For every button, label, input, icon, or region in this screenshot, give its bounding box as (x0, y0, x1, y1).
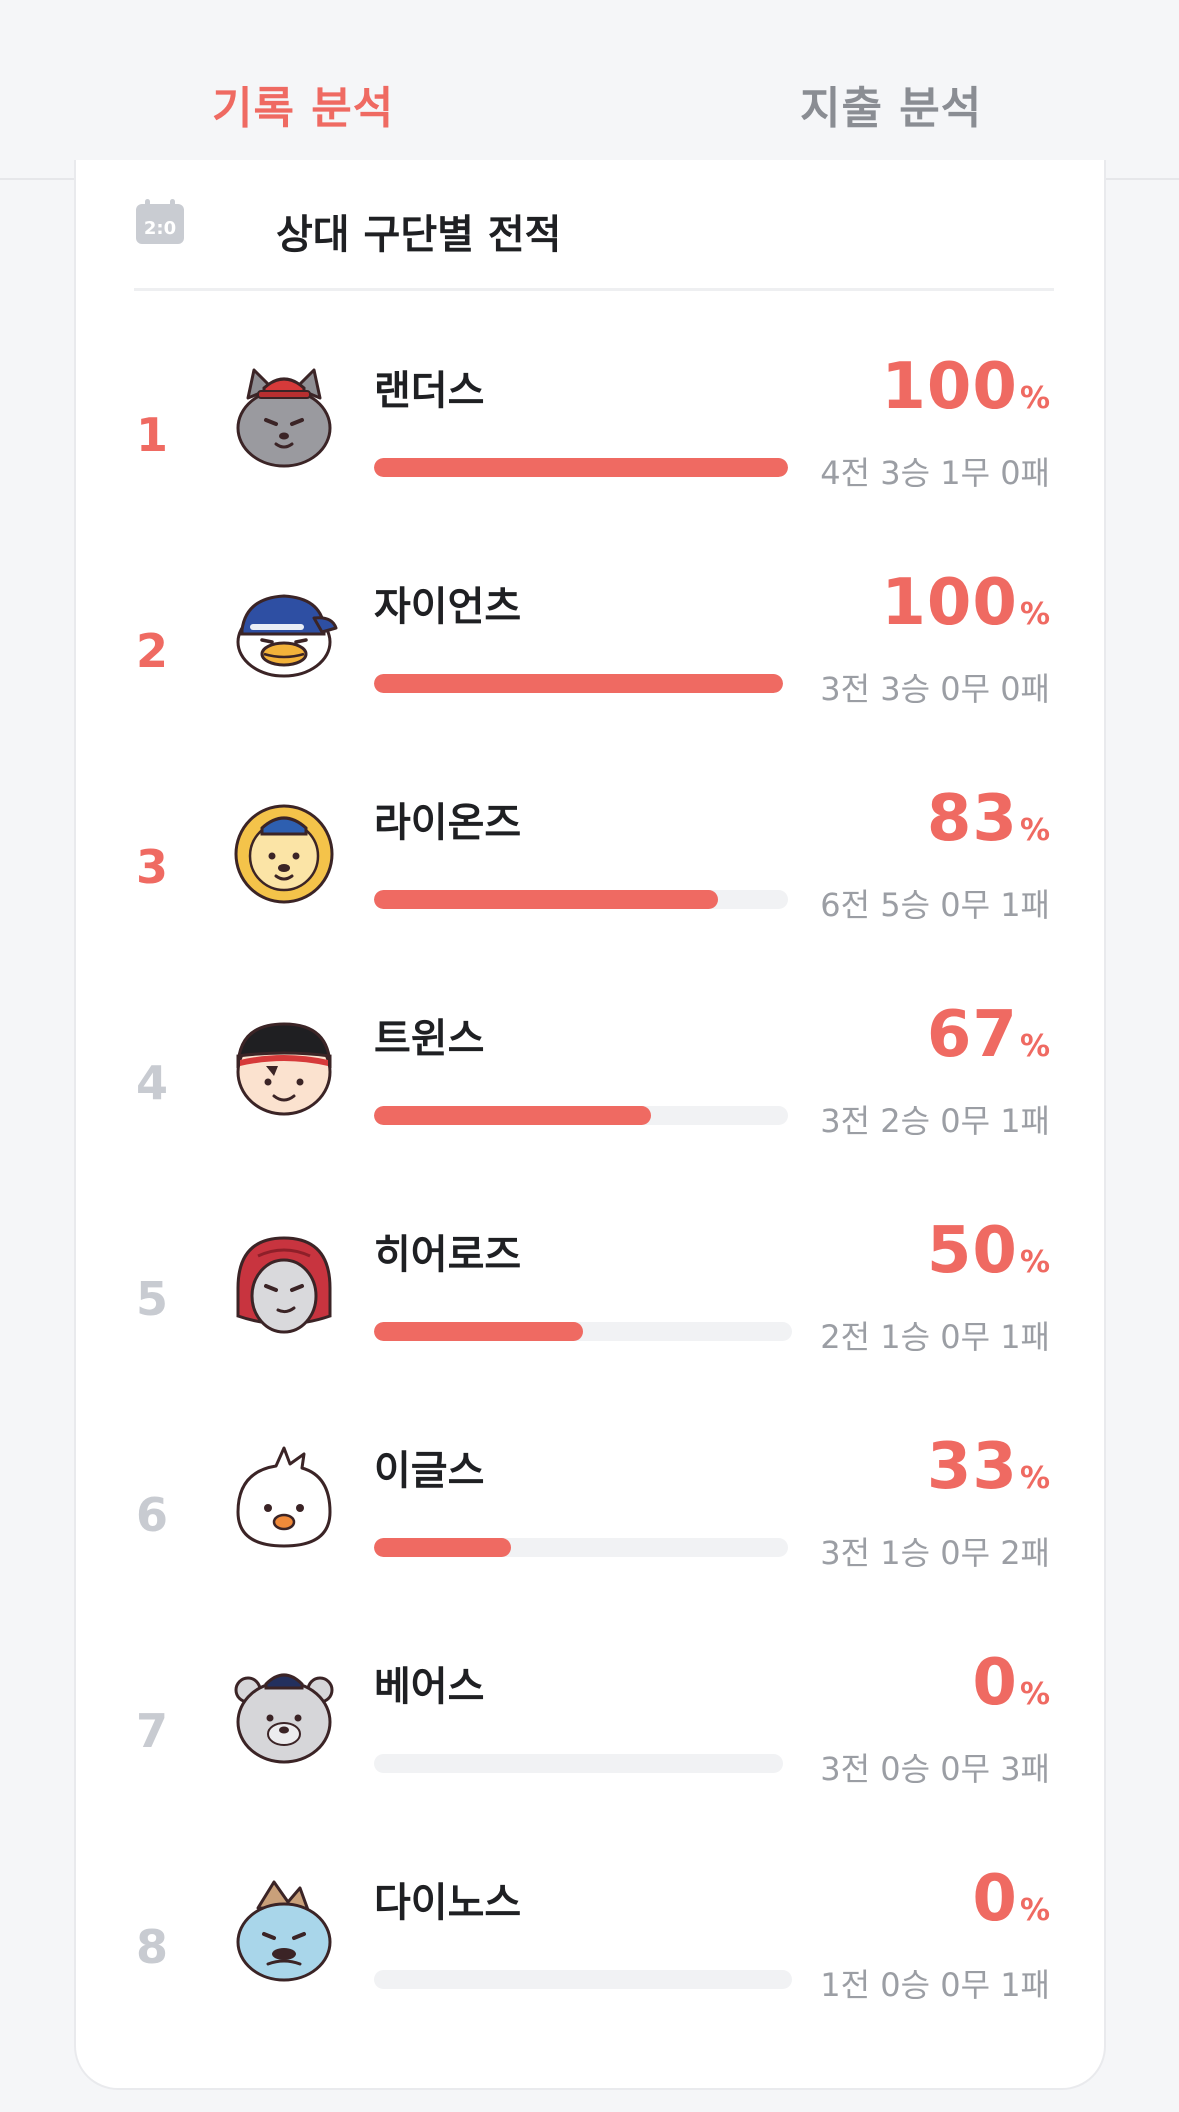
rank-number: 8 (135, 1920, 168, 1974)
team-row[interactable]: 6 이글스 33% 3전 1승 0무 2패 (76, 1430, 1108, 1646)
divider (134, 288, 1054, 291)
percent-sign: % (1019, 597, 1050, 632)
win-rate-bar (374, 1970, 792, 1989)
win-rate-bar-fill (374, 1106, 652, 1125)
lions-mascot-icon (234, 804, 334, 904)
win-percentage: 100% (881, 350, 1050, 430)
tab-bar: 기록 분석 지출 분석 (0, 0, 1179, 181)
team-list: 1 랜더스 100% 4전 3승 1무 0패 2 자이언츠 100% 3전 3승… (76, 350, 1108, 2078)
team-row[interactable]: 7 베어스 0% 3전 0승 0무 3패 (76, 1646, 1108, 1862)
win-percentage: 0% (972, 1646, 1050, 1726)
win-rate-bar (374, 1106, 788, 1125)
match-record: 3전 1승 0무 2패 (820, 1534, 1050, 1572)
win-rate-bar-fill (374, 458, 788, 477)
rank-number: 6 (135, 1488, 168, 1542)
calendar-icon: 2:0 (136, 199, 184, 244)
twins-mascot-icon (236, 1022, 332, 1116)
team-row[interactable]: 4 트윈스 67% 3전 2승 0무 1패 (76, 998, 1108, 1214)
tab-expense-analysis[interactable]: 지출 분석 (800, 72, 982, 136)
percent-sign: % (1019, 1677, 1050, 1712)
percent-sign: % (1019, 381, 1050, 416)
team-row[interactable]: 3 라이온즈 83% 6전 5승 0무 1패 (76, 782, 1108, 998)
win-percentage-value: 100 (881, 350, 1018, 424)
win-percentage: 0% (972, 1862, 1050, 1942)
team-name: 랜더스 (374, 368, 485, 414)
rank-number: 1 (135, 408, 168, 462)
rank-number: 5 (135, 1272, 168, 1326)
win-rate-bar (374, 1754, 783, 1773)
win-percentage: 83% (927, 782, 1050, 862)
win-percentage-value: 0 (972, 1862, 1018, 1936)
percent-sign: % (1019, 1893, 1050, 1928)
eagles-mascot-icon (236, 1446, 332, 1548)
win-percentage-value: 83 (926, 782, 1018, 856)
giants-mascot-icon (236, 594, 338, 678)
win-percentage: 33% (927, 1430, 1050, 1510)
team-name: 라이온즈 (374, 800, 522, 846)
team-row[interactable]: 5 히어로즈 50% 2전 1승 0무 1패 (76, 1214, 1108, 1430)
card-header: 2:0 상대 구단별 전적 (134, 198, 1054, 258)
match-record: 3전 0승 0무 3패 (820, 1750, 1050, 1788)
team-row[interactable]: 1 랜더스 100% 4전 3승 1무 0패 (76, 350, 1108, 566)
percent-sign: % (1019, 1245, 1050, 1280)
dinos-mascot-icon (236, 1880, 332, 1982)
team-name: 트윈스 (374, 1016, 485, 1062)
win-percentage-value: 33 (926, 1430, 1018, 1504)
bears-mascot-icon (234, 1673, 334, 1764)
match-record: 4전 3승 1무 0패 (820, 454, 1050, 492)
win-percentage: 67% (927, 998, 1050, 1078)
win-rate-bar-fill (374, 674, 783, 693)
win-rate-bar (374, 890, 788, 909)
rank-number: 3 (135, 840, 168, 894)
win-percentage-value: 67 (926, 998, 1018, 1072)
win-rate-bar (374, 1322, 792, 1341)
tab-record-analysis[interactable]: 기록 분석 (212, 72, 394, 136)
rank-number: 4 (135, 1056, 168, 1110)
win-rate-bar (374, 1538, 788, 1557)
team-row[interactable]: 2 자이언츠 100% 3전 3승 0무 0패 (76, 566, 1108, 782)
heroes-mascot-icon (236, 1236, 332, 1334)
team-row[interactable]: 8 다이노스 0% 1전 0승 0무 1패 (76, 1862, 1108, 2078)
win-rate-bar (374, 674, 783, 693)
opponent-record-card: 2:0 상대 구단별 전적 1 랜더스 100% 4전 3승 1무 0패 2 자… (74, 160, 1106, 2090)
win-percentage: 100% (881, 566, 1050, 646)
match-record: 3전 2승 0무 1패 (820, 1102, 1050, 1140)
percent-sign: % (1019, 813, 1050, 848)
match-record: 1전 0승 0무 1패 (820, 1966, 1050, 2004)
rank-number: 2 (135, 624, 168, 678)
team-name: 베어스 (374, 1664, 485, 1710)
win-percentage-value: 100 (881, 566, 1018, 640)
win-percentage-value: 50 (926, 1214, 1018, 1288)
win-percentage-value: 0 (972, 1646, 1018, 1720)
match-record: 2전 1승 0무 1패 (820, 1318, 1050, 1356)
card-title: 상대 구단별 전적 (276, 212, 562, 258)
team-name: 다이노스 (374, 1880, 522, 1926)
team-name: 히어로즈 (374, 1232, 522, 1278)
percent-sign: % (1019, 1461, 1050, 1496)
percent-sign: % (1019, 1029, 1050, 1064)
win-rate-bar-fill (374, 1322, 583, 1341)
win-rate-bar-fill (374, 1538, 511, 1557)
rank-number: 7 (135, 1704, 168, 1758)
match-record: 6전 5승 0무 1패 (820, 886, 1050, 924)
match-record: 3전 3승 0무 0패 (820, 670, 1050, 708)
team-name: 자이언츠 (374, 584, 522, 630)
win-rate-bar (374, 458, 788, 477)
win-rate-bar-fill (374, 890, 718, 909)
svg-text:2:0: 2:0 (144, 218, 176, 239)
win-percentage: 50% (927, 1214, 1050, 1294)
landers-mascot-icon (236, 368, 332, 468)
team-name: 이글스 (374, 1448, 485, 1494)
